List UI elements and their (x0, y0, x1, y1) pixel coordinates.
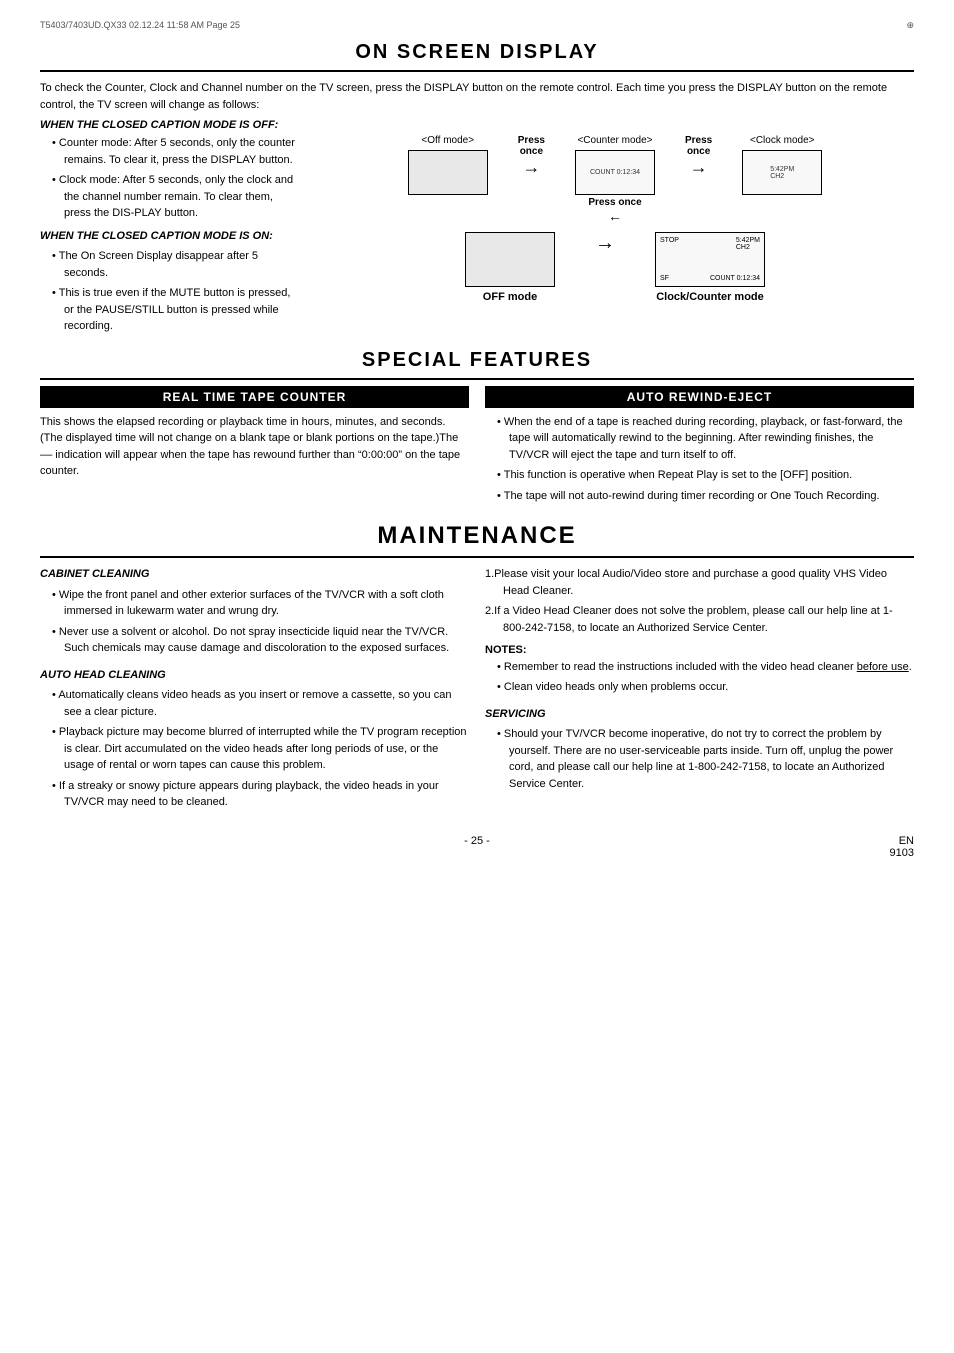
off-mode-bottom-screen (465, 232, 555, 287)
arrow-right-2: → (690, 157, 708, 178)
lang-label: EN (890, 835, 914, 847)
arrow-press-1: Pressonce → (518, 135, 545, 182)
servicing-bullet-1: Should your TV/VCR become inoperative, d… (497, 726, 914, 792)
osd-diagram-area: <Off mode> Pressonce → <Counter mode> CO… (316, 135, 914, 339)
clock-mode-label: <Clock mode> (750, 135, 814, 146)
auto-head-cleaning-heading: AUTO HEAD CLEANING (40, 667, 469, 684)
caption-on-heading: WHEN THE CLOSED CAPTION MODE IS ON: (40, 228, 300, 245)
arrow-left: ← (608, 208, 622, 224)
real-time-counter-box: REAL TIME TAPE COUNTER This shows the el… (40, 386, 469, 509)
maint-right-col: 1.Please visit your local Audio/Video st… (485, 566, 914, 815)
off-mode-bottom: OFF mode (465, 232, 555, 303)
file-info: T5403/7403UD.QX33 02.12.24 11:58 AM Page… (40, 20, 240, 31)
cc-time: 5:42PMCH2 (736, 237, 760, 251)
back-arrow-section: Press once ← (588, 197, 641, 224)
page-header: T5403/7403UD.QX33 02.12.24 11:58 AM Page… (40, 20, 914, 31)
clock-display: 5:42PMCH2 (770, 166, 794, 180)
counter-mode-label: <Counter mode> (577, 135, 652, 146)
real-time-counter-content: This shows the elapsed recording or play… (40, 414, 469, 480)
auto-rewind-eject-box: AUTO REWIND-EJECT When the end of a tape… (485, 386, 914, 509)
servicing-heading: SERVICING (485, 706, 914, 723)
right-numbered-list: 1.Please visit your local Audio/Video st… (485, 566, 914, 636)
clock-counter-mode-label: Clock/Counter mode (656, 291, 764, 303)
osd-bullets: Counter mode: After 5 seconds, only the … (40, 135, 300, 222)
osd-title: ON SCREEN DISPLAY (40, 41, 914, 64)
cc-screen-top: STOP 5:42PMCH2 (660, 237, 760, 251)
right-list-item-1: 1.Please visit your local Audio/Video st… (485, 566, 914, 599)
special-features-section: SPECIAL FEATURES REAL TIME TAPE COUNTER … (40, 349, 914, 509)
auto-head-bullet-1: Automatically cleans video heads as you … (52, 687, 469, 720)
osd-content-area: Counter mode: After 5 seconds, only the … (40, 135, 914, 339)
maintenance-section: MAINTENANCE CABINET CLEANING Wipe the fr… (40, 522, 914, 815)
press-once-bottom-row: Press once ← (316, 197, 914, 224)
off-mode-bottom-label: OFF mode (483, 291, 537, 303)
counter-mode-box: <Counter mode> COUNT 0:12:34 (575, 135, 655, 195)
cabinet-bullet-1: Wipe the front panel and other exterior … (52, 587, 469, 620)
right-list-item-2: 2.If a Video Head Cleaner does not solve… (485, 603, 914, 636)
maint-two-col: CABINET CLEANING Wipe the front panel an… (40, 566, 914, 815)
osd-top-row: <Off mode> Pressonce → <Counter mode> CO… (316, 135, 914, 195)
special-features-title: SPECIAL FEATURES (40, 349, 914, 372)
press-once-bottom-label: Press once (588, 197, 641, 208)
clock-mode-screen: 5:42PMCH2 (742, 150, 822, 195)
features-grid: REAL TIME TAPE COUNTER This shows the el… (40, 378, 914, 509)
caption-on-bullets: The On Screen Display disappear after 5 … (40, 248, 300, 335)
auto-rewind-bullets: When the end of a tape is reached during… (485, 414, 914, 505)
maint-left-col: CABINET CLEANING Wipe the front panel an… (40, 566, 469, 815)
clock-counter-mode-bottom: STOP 5:42PMCH2 SF COUNT 0:12:34 Clock/Co… (655, 232, 765, 303)
caption-off-heading: WHEN THE CLOSED CAPTION MODE IS OFF: (40, 119, 914, 131)
osd-bullet-1: Counter mode: After 5 seconds, only the … (52, 135, 300, 168)
clock-counter-screen: STOP 5:42PMCH2 SF COUNT 0:12:34 (655, 232, 765, 287)
auto-rewind-bullet-2: This function is operative when Repeat P… (497, 467, 914, 484)
maintenance-title: MAINTENANCE (40, 522, 914, 550)
off-mode-screen (408, 150, 488, 195)
press-once-2: Pressonce (685, 135, 712, 157)
auto-head-bullet-3: If a streaky or snowy picture appears du… (52, 778, 469, 811)
maintenance-content: CABINET CLEANING Wipe the front panel an… (40, 556, 914, 815)
auto-rewind-eject-header: AUTO REWIND-EJECT (485, 386, 914, 408)
cc-stop: STOP (660, 237, 679, 251)
code-label: 9103 (890, 847, 914, 859)
off-mode-box: <Off mode> (408, 135, 488, 195)
osd-left-col: Counter mode: After 5 seconds, only the … (40, 135, 300, 339)
caption-on-bullet-1: The On Screen Display disappear after 5 … (52, 248, 300, 281)
auto-head-bullet-2: Playback picture may become blurred of i… (52, 724, 469, 774)
press-once-1: Pressonce (518, 135, 545, 157)
counter-mode-screen: COUNT 0:12:34 (575, 150, 655, 195)
osd-intro: To check the Counter, Clock and Channel … (40, 80, 914, 113)
servicing-bullets: Should your TV/VCR become inoperative, d… (485, 726, 914, 792)
arrow-right-bottom: → (595, 232, 615, 275)
cc-count: COUNT 0:12:34 (710, 275, 760, 282)
notes-bullet-2: Clean video heads only when problems occ… (497, 679, 914, 696)
auto-head-bullets: Automatically cleans video heads as you … (40, 687, 469, 811)
page-number: - 25 - (464, 835, 490, 847)
arrow-press-2: Pressonce → (685, 135, 712, 182)
counter-display: COUNT 0:12:34 (590, 169, 640, 176)
page-footer: - 25 - EN 9103 (40, 835, 914, 847)
arrow-right-1: → (522, 157, 540, 178)
cabinet-cleaning-heading: CABINET CLEANING (40, 566, 469, 583)
crosshair-icon: ⊕ (906, 20, 914, 31)
cc-sf: SF (660, 275, 669, 282)
caption-on-bullet-2: This is true even if the MUTE button is … (52, 285, 300, 335)
osd-bullet-2: Clock mode: After 5 seconds, only the cl… (52, 172, 300, 222)
clock-mode-box: <Clock mode> 5:42PMCH2 (742, 135, 822, 195)
real-time-counter-header: REAL TIME TAPE COUNTER (40, 386, 469, 408)
cabinet-bullet-2: Never use a solvent or alcohol. Do not s… (52, 624, 469, 657)
on-screen-display-section: ON SCREEN DISPLAY To check the Counter, … (40, 41, 914, 339)
auto-rewind-bullet-3: The tape will not auto-rewind during tim… (497, 488, 914, 505)
notes-bullets: Remember to read the instructions includ… (485, 659, 914, 696)
auto-rewind-bullet-1: When the end of a tape is reached during… (497, 414, 914, 464)
cc-screen-bottom: SF COUNT 0:12:34 (660, 275, 760, 282)
caption-on-section: WHEN THE CLOSED CAPTION MODE IS ON: The … (40, 228, 300, 335)
off-mode-label: <Off mode> (421, 135, 474, 146)
osd-diagram: <Off mode> Pressonce → <Counter mode> CO… (316, 135, 914, 303)
notes-heading: NOTES: (485, 642, 914, 659)
osd-bottom-row: OFF mode → STOP 5:42PMCH2 SF COUNT 0:12:… (465, 232, 765, 303)
notes-bullet-1: Remember to read the instructions includ… (497, 659, 914, 676)
lang-code: EN 9103 (890, 835, 914, 859)
cabinet-cleaning-bullets: Wipe the front panel and other exterior … (40, 587, 469, 657)
